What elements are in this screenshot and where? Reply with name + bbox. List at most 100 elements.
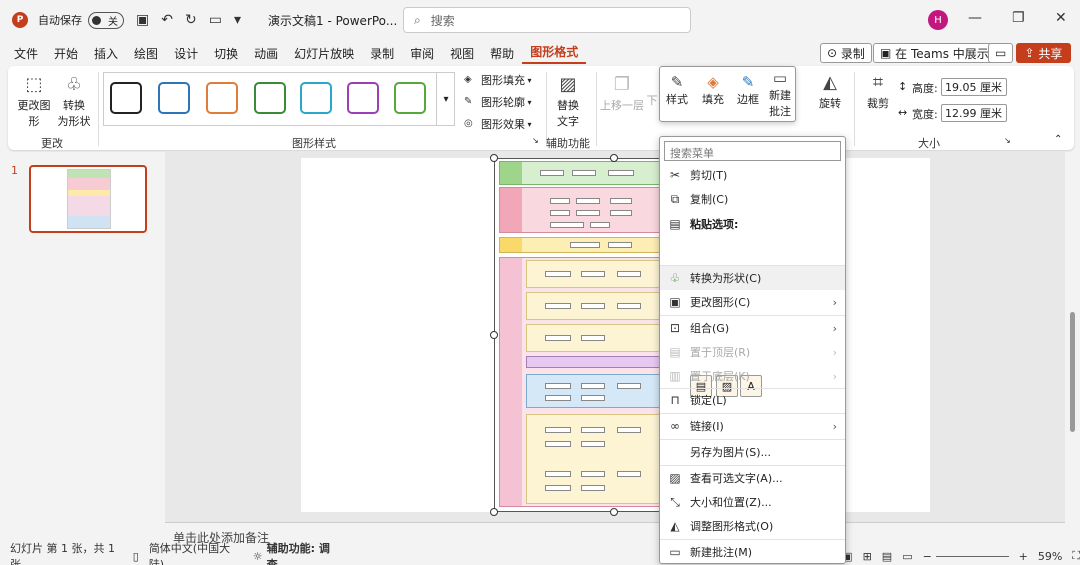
resize-handle[interactable] [610, 154, 618, 162]
undo-icon[interactable]: ↶ [161, 12, 173, 28]
close-icon[interactable]: ✕ [1055, 10, 1067, 26]
language-status[interactable]: 简体中文(中国大陆) [149, 540, 237, 565]
customize-toolbar-icon[interactable]: ▾ [234, 12, 241, 28]
change-shape-button[interactable]: ⬚ 更改图 形 [16, 74, 52, 129]
zoom-level[interactable]: 59% [1038, 550, 1062, 563]
menu-transitions[interactable]: 切换 [206, 45, 246, 62]
mini-new-comment-button[interactable]: ▭ 新建 批注 [769, 69, 791, 119]
menu-insert[interactable]: 插入 [86, 45, 126, 62]
selected-diagram-shape[interactable] [494, 158, 662, 512]
menu-bring-to-front[interactable]: ▤ 置于顶层(R) › [660, 340, 845, 364]
menu-view-alt-text[interactable]: ▨ 查看可选文字(A)... [660, 466, 845, 490]
comments-button[interactable]: ▭ [988, 43, 1014, 63]
menu-help[interactable]: 帮助 [482, 45, 522, 62]
zoom-slider[interactable] [935, 555, 1009, 557]
menu-shape-format[interactable]: 图形格式 [522, 43, 587, 64]
share-button[interactable]: ⇪ 共享 [1016, 43, 1071, 63]
menu-format-shape[interactable]: ◭ 调整图形格式(O) [660, 514, 845, 538]
menu-search-input[interactable]: 搜索菜单 [664, 141, 841, 161]
alt-text-button[interactable]: ▨ 替换 文字 [554, 74, 582, 129]
rotate-button[interactable]: ◭ 旋转 [816, 72, 844, 111]
menu-review[interactable]: 审阅 [402, 45, 442, 62]
menu-lock[interactable]: ⊓ 锁定(L) [660, 388, 845, 412]
fit-slide-icon[interactable]: ⛶ [1072, 549, 1080, 563]
size-dialog-launcher-icon[interactable]: ↘ [1004, 136, 1011, 145]
menu-size-position[interactable]: ⤡ 大小和位置(Z)... [660, 490, 845, 514]
style-swatch-7[interactable] [394, 82, 426, 114]
menu-cut[interactable]: ✂ 剪切(T) [660, 163, 845, 187]
resize-handle[interactable] [610, 508, 618, 516]
width-input[interactable]: 12.99 厘米 [941, 104, 1007, 122]
menu-paste-label: 粘贴选项: [690, 218, 739, 231]
diagram-section [526, 356, 660, 368]
crop-button[interactable]: ⌗ 裁剪 [864, 72, 892, 111]
slide-sorter-icon[interactable]: ⊞ [863, 550, 872, 563]
menu-file[interactable]: 文件 [6, 45, 46, 62]
autosave-toggle[interactable]: 关 [88, 11, 124, 29]
bring-forward-button[interactable]: ❐ 上移一层 [600, 74, 644, 113]
menu-send-to-back[interactable]: ▥ 置于底层(K) › [660, 364, 845, 388]
menu-view[interactable]: 视图 [442, 45, 482, 62]
style-swatch-1[interactable] [110, 82, 142, 114]
resize-handle[interactable] [490, 508, 498, 516]
style-swatch-4[interactable] [254, 82, 286, 114]
shape-effects-button[interactable]: ◎ 图形效果 ▾ [464, 116, 532, 132]
menu-new-comment-label: 新建批注(M) [690, 546, 753, 559]
resize-handle[interactable] [490, 331, 498, 339]
record-button[interactable]: ⊙ 录制 [820, 43, 872, 63]
shape-outline-button[interactable]: ✎ 图形轮廓 ▾ [464, 94, 532, 110]
scrollbar-thumb[interactable] [1070, 312, 1075, 432]
menu-save-as-picture[interactable]: 另存为图片(S)... [660, 440, 845, 464]
menu-new-comment[interactable]: ▭ 新建批注(M) [660, 540, 845, 564]
mini-border-button[interactable]: ✎ 边框 [737, 73, 759, 107]
mini-style-button[interactable]: ✎ 样式 [666, 73, 688, 107]
zoom-in-icon[interactable]: + [1019, 550, 1028, 563]
spelling-icon[interactable]: ▯ [133, 550, 139, 563]
zoom-out-icon[interactable]: − [923, 550, 932, 563]
menu-copy[interactable]: ⧉ 复制(C) [660, 187, 845, 211]
style-swatch-2[interactable] [158, 82, 190, 114]
avatar[interactable]: H [928, 10, 948, 30]
shape-fill-button[interactable]: ◈ 图形填充 ▾ [464, 72, 532, 88]
style-swatch-5[interactable] [300, 82, 332, 114]
menu-slideshow[interactable]: 幻灯片放映 [286, 45, 362, 62]
teams-present-button[interactable]: ▣ 在 Teams 中展示 [873, 43, 996, 63]
minimize-icon[interactable]: — [968, 10, 982, 26]
menu-animations[interactable]: 动画 [246, 45, 286, 62]
menu-draw[interactable]: 绘图 [126, 45, 166, 62]
convert-to-shape-button[interactable]: ♧ 转换 为形状 [56, 74, 92, 129]
format-shape-icon: ◭ [670, 519, 680, 533]
gallery-more-icon[interactable]: ▾ [436, 72, 455, 126]
menu-change-shape[interactable]: ▣ 更改图形(C) › [660, 290, 845, 314]
teams-label: 在 Teams 中展示 [895, 46, 989, 61]
mini-fill-button[interactable]: ◈ 填充 [702, 73, 724, 107]
menu-record[interactable]: 录制 [362, 45, 402, 62]
height-input[interactable]: 19.05 厘米 [941, 78, 1007, 96]
reading-view-icon[interactable]: ▤ [882, 550, 892, 563]
style-swatch-6[interactable] [347, 82, 379, 114]
redo-icon[interactable]: ↻ [185, 12, 197, 28]
search-input[interactable]: ⌕ 搜索 [403, 7, 691, 33]
slide-thumbnail[interactable] [29, 165, 147, 233]
collapse-ribbon-icon[interactable]: ⌃ [1054, 134, 1062, 145]
menu-group[interactable]: ⊡ 组合(G) › [660, 316, 845, 340]
diagram-node [550, 222, 584, 228]
present-icon[interactable]: ▭ [209, 12, 222, 28]
resize-handle[interactable] [490, 154, 498, 162]
dialog-launcher-icon[interactable]: ↘ [532, 136, 539, 145]
style-swatch-3[interactable] [206, 82, 238, 114]
menu-home[interactable]: 开始 [46, 45, 86, 62]
accessibility-status[interactable]: 辅助功能: 调查 [267, 540, 335, 565]
menu-link[interactable]: ∞ 链接(I) › [660, 414, 845, 438]
menu-convert-to-shape[interactable]: ♧ 转换为形状(C) [660, 266, 845, 290]
slideshow-view-icon[interactable]: ▭ [902, 550, 912, 563]
save-icon[interactable]: ▣ [136, 12, 149, 28]
restore-icon[interactable]: ❐ [1012, 10, 1025, 26]
menu-design[interactable]: 设计 [166, 45, 206, 62]
diagram-node [545, 395, 571, 401]
diagram-section [526, 324, 660, 352]
vertical-scrollbar[interactable] [1066, 152, 1080, 522]
rotate-label: 旋转 [819, 97, 841, 110]
send-backward-button[interactable]: 下 [646, 92, 658, 108]
band-label-block [500, 162, 522, 184]
